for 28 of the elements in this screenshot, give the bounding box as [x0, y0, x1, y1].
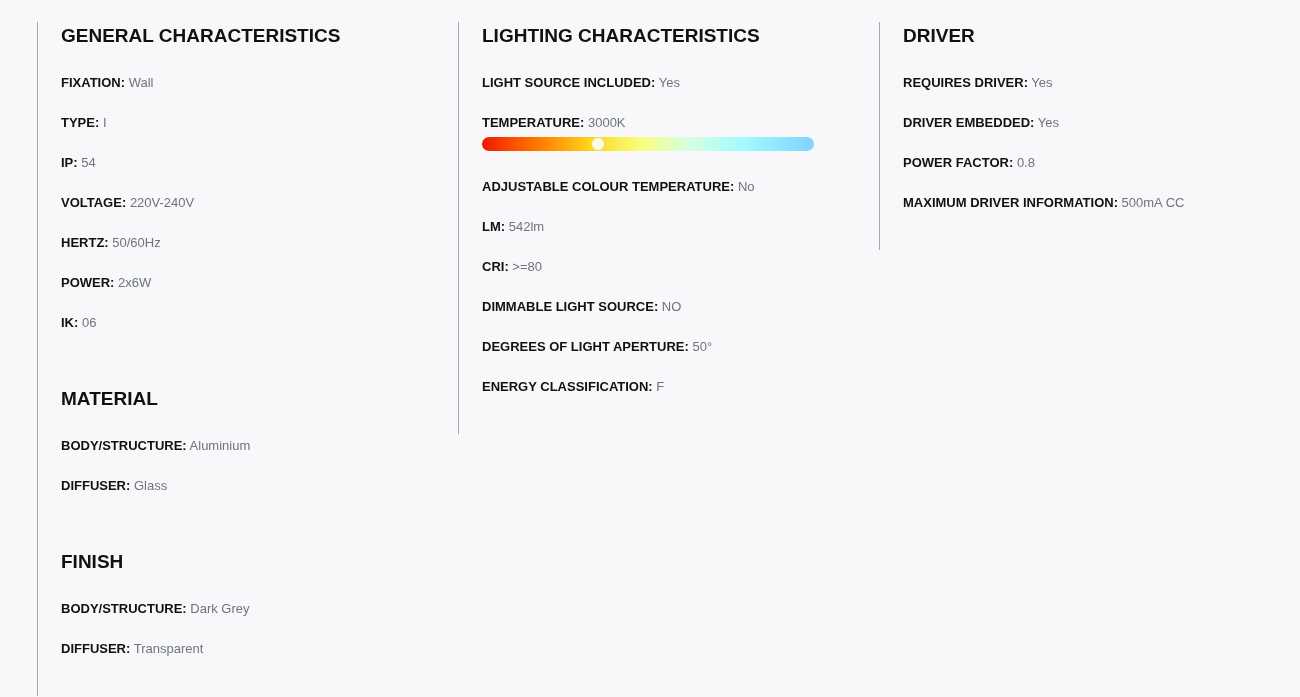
spec-text: TEMPERATURE: 3000K: [482, 116, 627, 129]
spec-text: BODY/STRUCTURE: Aluminium: [61, 439, 252, 452]
spec-text: POWER: 2x6W: [61, 276, 153, 289]
spec-text: DRIVER EMBEDDED: Yes: [903, 116, 1061, 129]
section-heading: MATERIAL: [61, 387, 159, 411]
spec-text: POWER FACTOR: 0.8: [903, 156, 1036, 169]
spec-text: IP: 54: [61, 156, 97, 169]
spec-text: VOLTAGE: 220V-240V: [61, 196, 196, 209]
spec-text: DIMMABLE LIGHT SOURCE: NO: [482, 300, 683, 313]
spec-text: IK: 06: [61, 316, 98, 329]
spec-text: MAXIMUM DRIVER INFORMATION: 500mA CC: [903, 196, 1186, 209]
spec-text: ENERGY CLASSIFICATION: F: [482, 380, 666, 393]
spec-text: CRI: >=80: [482, 260, 543, 273]
spec-text: TYPE: I: [61, 116, 108, 129]
section-heading: DRIVER: [903, 24, 976, 48]
spec-text: ADJUSTABLE COLOUR TEMPERATURE: No: [482, 180, 756, 193]
section-heading: GENERAL CHARACTERISTICS: [61, 24, 342, 48]
section-heading: LIGHTING CHARACTERISTICS: [482, 24, 761, 48]
spec-text: BODY/STRUCTURE: Dark Grey: [61, 602, 251, 615]
spec-text: FIXATION: Wall: [61, 76, 155, 89]
spec-text: DIFFUSER: Transparent: [61, 642, 205, 655]
spec-text: REQUIRES DRIVER: Yes: [903, 76, 1054, 89]
spec-text: HERTZ: 50/60Hz: [61, 236, 162, 249]
spec-text: DIFFUSER: Glass: [61, 479, 169, 492]
spec-text: LM: 542lm: [482, 220, 546, 233]
section-heading: FINISH: [61, 550, 125, 574]
spec-text: LIGHT SOURCE INCLUDED: Yes: [482, 76, 681, 89]
spec-text: DEGREES OF LIGHT APERTURE: 50°: [482, 340, 714, 353]
